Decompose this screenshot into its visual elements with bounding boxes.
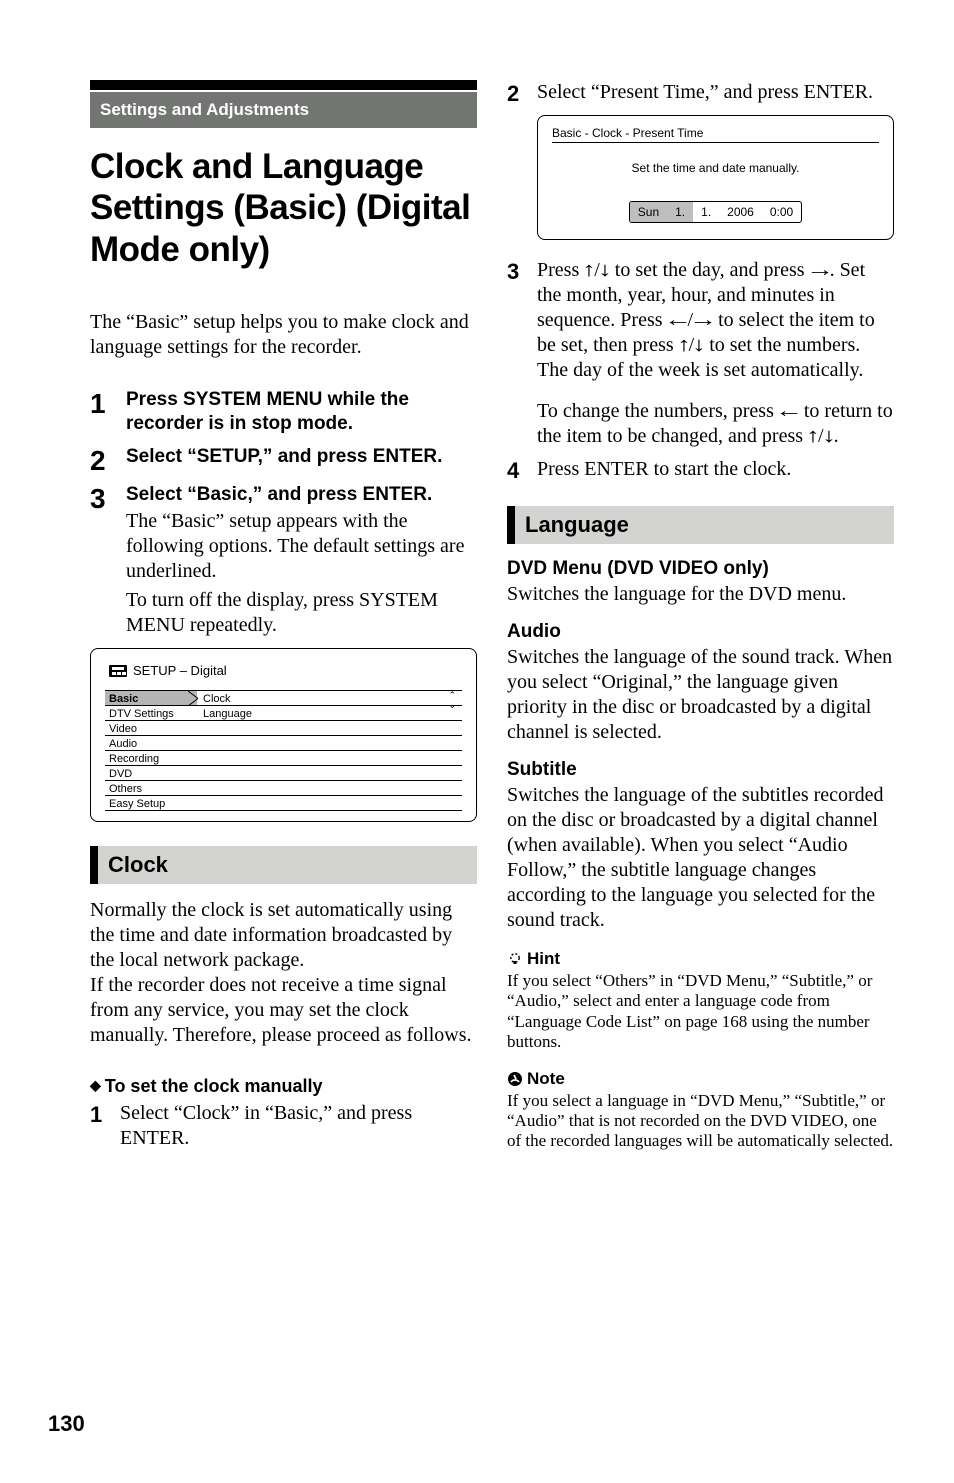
substep-number: 4	[507, 457, 537, 482]
left-arrow-icon: ←	[664, 308, 692, 333]
updown-arrow-icon: ↑	[806, 424, 820, 449]
step-body: The “Basic” setup appears with the follo…	[126, 509, 477, 584]
note-label-text: Note	[527, 1069, 565, 1088]
list-item: DVD	[105, 766, 197, 781]
hint-body: If you select “Others” in “DVD Menu,” “S…	[507, 971, 894, 1053]
list-item: Easy Setup	[105, 796, 197, 811]
updown-arrow-icon: ↑	[582, 258, 596, 283]
right-arrow-icon: →	[689, 308, 717, 333]
substep-text: Press ↑/↓ to set the day, and press →. S…	[537, 258, 894, 449]
step-body: To turn off the display, press SYSTEM ME…	[126, 588, 477, 638]
list-item	[197, 751, 462, 766]
list-item-label: Clock	[203, 693, 231, 705]
updown-arrow-icon: ↓	[692, 333, 706, 358]
step-1: 1 Press SYSTEM MENU while the recorder i…	[90, 388, 477, 438]
list-item: Basic	[105, 691, 197, 706]
text-fragment: To change the numbers, press	[537, 400, 779, 422]
section-black-bar	[90, 80, 477, 90]
page-number: 130	[48, 1411, 85, 1437]
substep-text: Select “Clock” in “Basic,” and press ENT…	[120, 1101, 477, 1151]
subtitle-body: Switches the language of the subtitles r…	[507, 783, 894, 933]
updown-arrow-icon: ↓	[822, 424, 836, 449]
intro-paragraph: The “Basic” setup helps you to make cloc…	[90, 310, 477, 360]
subtitle-head: Subtitle	[507, 759, 894, 781]
list-item: Recording	[105, 751, 197, 766]
note-body: If you select a language in “DVD Menu,” …	[507, 1091, 894, 1152]
step-number: 3	[90, 483, 126, 513]
list-item: Others	[105, 781, 197, 796]
audio-head: Audio	[507, 621, 894, 643]
step-head: Select “Basic,” and press ENTER.	[126, 483, 477, 507]
time-cell: 1.	[693, 202, 719, 222]
step-head: Press SYSTEM MENU while the recorder is …	[126, 388, 477, 436]
text-fragment: to set the day, and press	[610, 259, 810, 281]
setup-right-list: Clock ⌃ ⌄ Language	[197, 691, 462, 811]
time-cell: 0:00	[762, 202, 801, 222]
list-item: DTV Settings	[105, 706, 197, 721]
page-title: Clock and Language Settings (Basic) (Dig…	[90, 146, 477, 270]
right-arrow-icon: →	[806, 258, 834, 283]
updown-arrow-icon: ↑	[677, 333, 691, 358]
list-item	[197, 766, 462, 781]
list-item-label: Basic	[109, 693, 138, 705]
list-item: Video	[105, 721, 197, 736]
list-item	[197, 736, 462, 751]
setup-screen-title: SETUP – Digital	[109, 663, 462, 678]
time-cell: 2006	[719, 202, 762, 222]
clock-heading: Clock	[90, 846, 477, 884]
time-input-box: ▲ Sun ▼ 1. 1. 2006 0:00	[629, 201, 802, 223]
step-number: 1	[90, 388, 126, 418]
list-item: Language	[197, 706, 462, 721]
present-time-screen: Basic - Clock - Present Time Set the tim…	[537, 115, 894, 240]
note-icon	[507, 1071, 523, 1087]
substep-number: 3	[507, 258, 537, 283]
breadcrumb: Basic - Clock - Present Time	[552, 126, 879, 143]
clock-paragraph: If the recorder does not receive a time …	[90, 973, 477, 1048]
substep-4: 4 Press ENTER to start the clock.	[507, 457, 894, 482]
substep-text: Select “Present Time,” and press ENTER.	[537, 80, 894, 105]
list-item	[197, 721, 462, 736]
list-item: Audio	[105, 736, 197, 751]
substep-3: 3 Press ↑/↓ to set the day, and press →.…	[507, 258, 894, 449]
time-cell-value: Sun	[638, 205, 659, 219]
manual-clock-head: To set the clock manually	[90, 1076, 477, 1097]
substep-2: 2 Select “Present Time,” and press ENTER…	[507, 80, 894, 105]
substep-text: Press ENTER to start the clock.	[537, 457, 894, 482]
note-label: Note	[507, 1069, 894, 1089]
time-cell: 1.	[667, 202, 693, 222]
dvd-menu-head: DVD Menu (DVD VIDEO only)	[507, 558, 894, 580]
screen-message: Set the time and date manually.	[552, 161, 879, 175]
updown-arrow-icon: ↓	[598, 258, 612, 283]
list-item: Clock ⌃ ⌄	[197, 691, 462, 706]
chevron-down-icon: ⌄	[448, 700, 456, 711]
left-arrow-icon: ←	[775, 399, 803, 424]
dvd-menu-body: Switches the language for the DVD menu.	[507, 582, 894, 607]
step-head: Select “SETUP,” and press ENTER.	[126, 445, 477, 469]
setup-screen-title-text: SETUP – Digital	[133, 663, 227, 678]
step-3: 3 Select “Basic,” and press ENTER. The “…	[90, 483, 477, 638]
substep-1: 1 Select “Clock” in “Basic,” and press E…	[90, 1101, 477, 1151]
list-item	[197, 781, 462, 796]
toolbox-icon	[109, 665, 127, 677]
audio-body: Switches the language of the sound track…	[507, 645, 894, 745]
substep-number: 2	[507, 80, 537, 105]
language-heading: Language	[507, 506, 894, 544]
time-cell-day: ▲ Sun ▼	[630, 202, 667, 222]
hint-label-text: Hint	[527, 949, 560, 968]
step-2: 2 Select “SETUP,” and press ENTER.	[90, 445, 477, 475]
setup-screen: SETUP – Digital Basic DTV Settings Video…	[90, 648, 477, 822]
text-fragment: Press	[537, 259, 584, 281]
section-band: Settings and Adjustments	[90, 92, 477, 128]
substep-number: 1	[90, 1101, 120, 1126]
hint-label: Hint	[507, 949, 894, 969]
step-number: 2	[90, 445, 126, 475]
list-item	[197, 796, 462, 811]
hint-icon	[507, 951, 523, 967]
setup-left-list: Basic DTV Settings Video Audio Recording…	[105, 691, 197, 811]
clock-paragraph: Normally the clock is set automatically …	[90, 898, 477, 973]
